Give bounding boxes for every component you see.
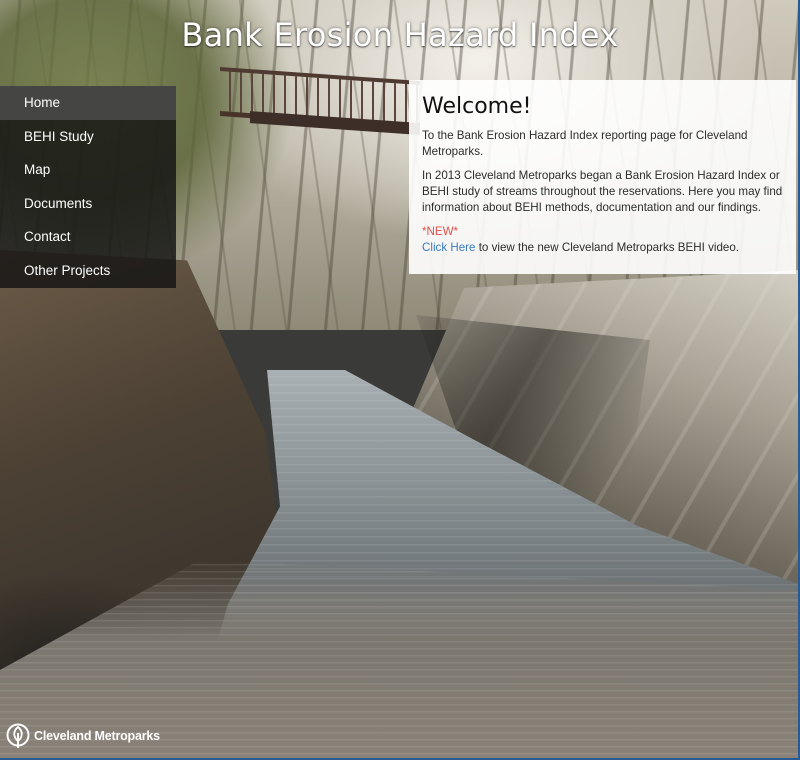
welcome-intro: To the Bank Erosion Hazard Index reporti… [422,129,748,158]
nav-item-home[interactable]: Home [0,86,176,120]
main-nav: Home BEHI Study Map Documents Contact Ot… [0,86,176,288]
nav-item-contact[interactable]: Contact [0,220,176,254]
video-link[interactable]: Click Here [422,241,475,254]
metroparks-tree-logo-icon [6,723,30,748]
welcome-panel: Welcome! To the Bank Erosion Hazard Inde… [409,80,796,274]
welcome-heading: Welcome! [422,94,532,119]
logo-text: Cleveland Metroparks [34,729,160,743]
nav-item-map[interactable]: Map [0,153,176,187]
new-badge: *NEW* [422,225,459,238]
cleveland-metroparks-logo[interactable]: Cleveland Metroparks [6,722,160,750]
video-description: to view the new Cleveland Metroparks BEH… [475,241,740,254]
nav-item-documents[interactable]: Documents [0,187,176,221]
video-line: Click Here to view the new Cleveland Met… [422,240,784,256]
nav-item-behi-study[interactable]: BEHI Study [0,120,176,154]
nav-item-other-projects[interactable]: Other Projects [0,254,176,288]
welcome-body: In 2013 Cleveland Metroparks began a Ban… [422,169,783,214]
site-title: Bank Erosion Hazard Index [181,16,619,54]
